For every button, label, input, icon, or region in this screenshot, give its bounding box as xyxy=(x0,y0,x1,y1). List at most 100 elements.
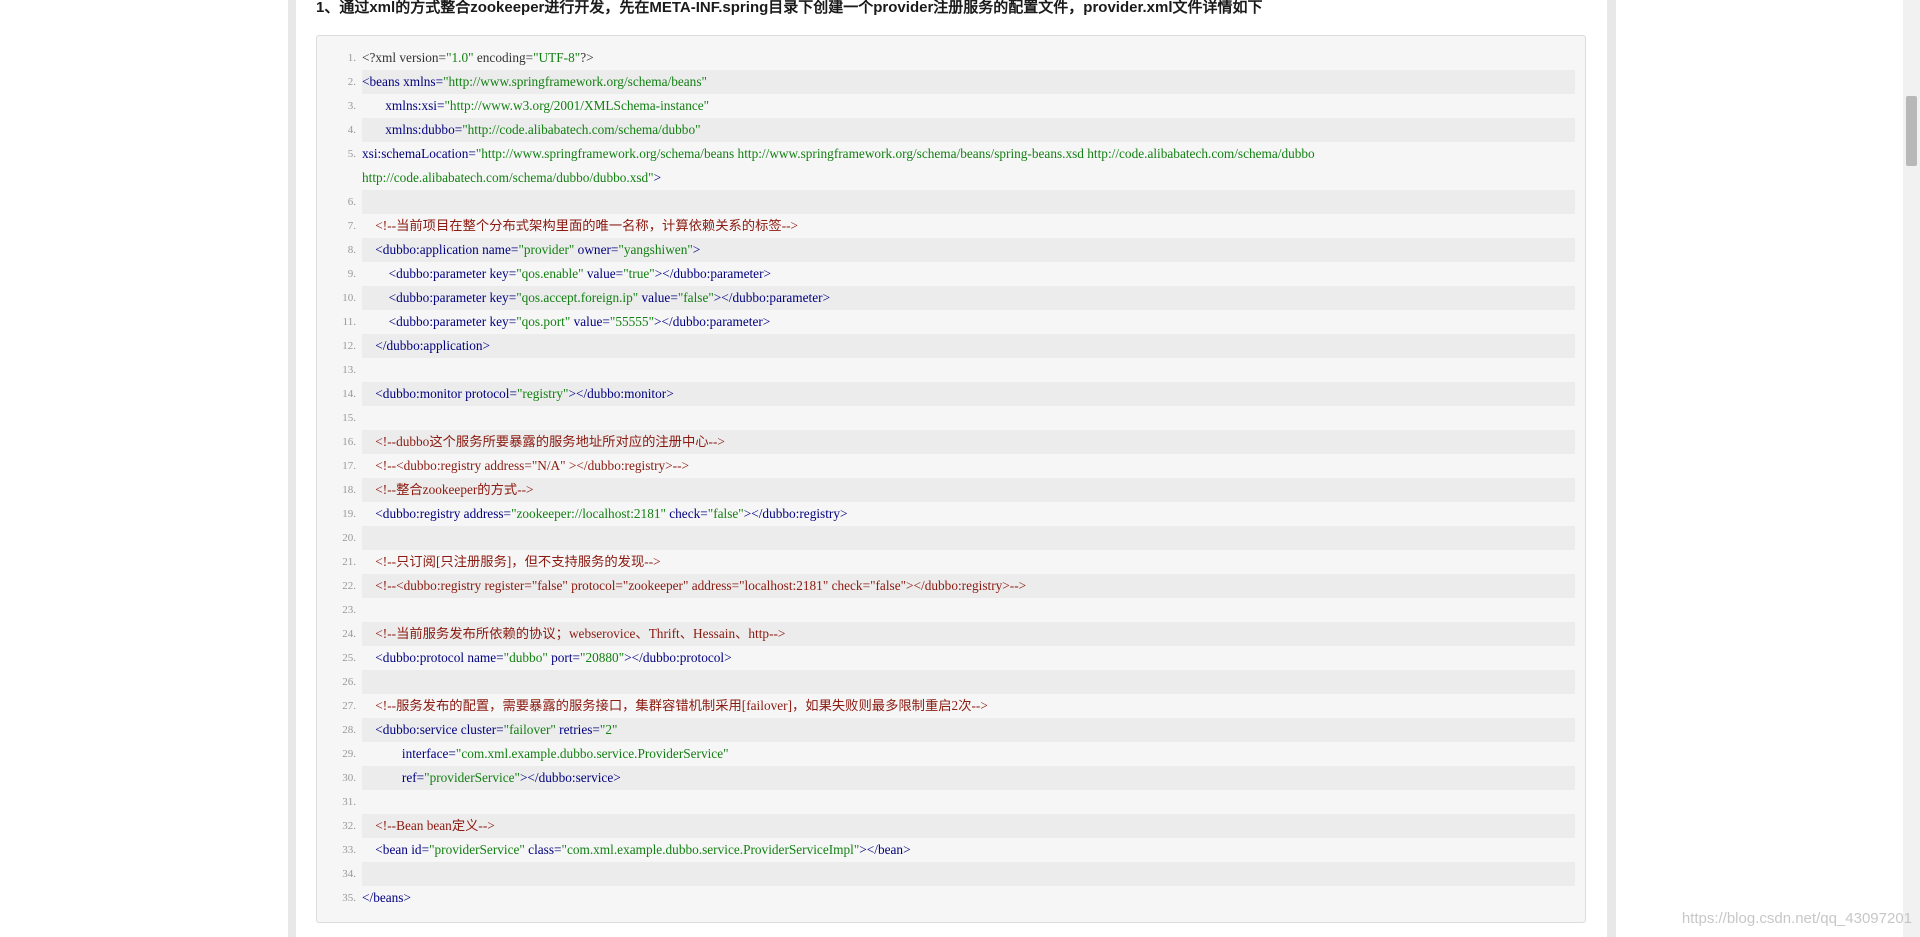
code-line: 15. xyxy=(317,406,1585,430)
code-text xyxy=(362,526,1575,550)
line-number: 8. xyxy=(347,244,356,256)
code-line: 3. xmlns:xsi="http://www.w3.org/2001/XML… xyxy=(317,94,1585,118)
code-text: <dubbo:service cluster="failover" retrie… xyxy=(362,718,1575,742)
code-line: 14. <dubbo:monitor protocol="registry"><… xyxy=(317,382,1585,406)
code-line: 16. <!--dubbo这个服务所要暴露的服务地址所对应的注册中心--> xyxy=(317,430,1585,454)
code-line: 20. xyxy=(317,526,1585,550)
code-text: <!--当前项目在整个分布式架构里面的唯一名称，计算依赖关系的标签--> xyxy=(362,218,799,233)
code-text: xmlns:xsi="http://www.w3.org/2001/XMLSch… xyxy=(362,98,710,113)
code-text: <dubbo:parameter key="qos.enable" value=… xyxy=(362,266,771,281)
code-text: <!--dubbo这个服务所要暴露的服务地址所对应的注册中心--> xyxy=(362,430,1575,454)
code-text: <!--服务发布的配置，需要暴露的服务接口，集群容错机制采用[failover]… xyxy=(362,698,988,713)
code-line: 7. <!--当前项目在整个分布式架构里面的唯一名称，计算依赖关系的标签--> xyxy=(317,214,1585,238)
code-line: 33. <bean id="providerService" class="co… xyxy=(317,838,1585,862)
line-number: 26. xyxy=(342,676,356,688)
scrollbar[interactable] xyxy=(1903,0,1920,937)
code-line: 12. </dubbo:application> xyxy=(317,334,1585,358)
code-line: 25. <dubbo:protocol name="dubbo" port="2… xyxy=(317,646,1585,670)
line-number: 9. xyxy=(347,268,356,280)
line-number: 16. xyxy=(342,436,356,448)
code-line: 2. <beans xmlns="http://www.springframewo… xyxy=(317,70,1585,94)
code-text: xmlns:dubbo="http://code.alibabatech.com… xyxy=(362,118,1575,142)
code-line: 13. xyxy=(317,358,1585,382)
code-line: 32. <!--Bean bean定义--> xyxy=(317,814,1585,838)
watermark: https://blog.csdn.net/qq_43097201 xyxy=(1681,910,1912,927)
line-number: 17. xyxy=(342,460,356,472)
code-text: <dubbo:monitor protocol="registry"></dub… xyxy=(362,382,1575,406)
line-number: 3. xyxy=(347,100,356,112)
code-text: <!--Bean bean定义--> xyxy=(362,814,1575,838)
line-number: 34. xyxy=(342,868,356,880)
code-text xyxy=(362,190,1575,214)
code-line: 6. xyxy=(317,190,1585,214)
page-gutter-right xyxy=(1607,0,1616,937)
code-line: 29. interface="com.xml.example.dubbo.ser… xyxy=(317,742,1585,766)
code-line: 27. <!--服务发布的配置，需要暴露的服务接口，集群容错机制采用[failo… xyxy=(317,694,1585,718)
line-number: 30. xyxy=(342,772,356,784)
line-number: 6. xyxy=(347,196,356,208)
code-text: <bean id="providerService" class="com.xm… xyxy=(362,842,911,857)
code-text: </beans> xyxy=(362,890,411,905)
code-line: 18. <!--整合zookeeper的方式--> xyxy=(317,478,1585,502)
code-block[interactable]: 1. <?xml version="1.0" encoding="UTF-8"?>… xyxy=(316,35,1586,923)
line-number: 13. xyxy=(342,364,356,376)
line-number: 5. xyxy=(347,148,356,160)
section-heading: 1、通过xml的方式整合zookeeper进行开发，先在META-INF.spr… xyxy=(316,0,1263,16)
line-number: 23. xyxy=(342,604,356,616)
code-text: <!--当前服务发布所依赖的协议；webserovice、Thrift、Hess… xyxy=(362,622,1575,646)
code-text: <dubbo:parameter key="qos.accept.foreign… xyxy=(362,286,1575,310)
code-line: 8. <dubbo:application name="provider" ow… xyxy=(317,238,1585,262)
code-text: <!--只订阅[只注册服务]，但不支持服务的发现--> xyxy=(362,554,661,569)
line-number: 4. xyxy=(347,124,356,136)
code-text xyxy=(362,862,1575,886)
line-number: 12. xyxy=(342,340,356,352)
code-line: 26. xyxy=(317,670,1585,694)
code-line: 22. <!--<dubbo:registry register="false"… xyxy=(317,574,1585,598)
line-number: 25. xyxy=(342,652,356,664)
line-number: 32. xyxy=(342,820,356,832)
line-number: 2. xyxy=(347,76,356,88)
line-number: 15. xyxy=(342,412,356,424)
code-line: 35. </beans> xyxy=(317,886,1585,910)
code-text: <!--整合zookeeper的方式--> xyxy=(362,478,1575,502)
code-line: 9. <dubbo:parameter key="qos.enable" val… xyxy=(317,262,1585,286)
code-text: <beans xmlns="http://www.springframework… xyxy=(362,70,1575,94)
line-number: 27. xyxy=(342,700,356,712)
line-number: 19. xyxy=(342,508,356,520)
line-number: 14. xyxy=(342,388,356,400)
code-line: 34. xyxy=(317,862,1585,886)
code-line: 31. xyxy=(317,790,1585,814)
line-number: 1. xyxy=(347,52,356,64)
code-text: xsi:schemaLocation="http://www.springfra… xyxy=(362,146,1315,185)
page-gutter-left xyxy=(288,0,296,937)
scrollbar-thumb[interactable] xyxy=(1906,96,1917,166)
line-number: 21. xyxy=(342,556,356,568)
code-line: 28. <dubbo:service cluster="failover" re… xyxy=(317,718,1585,742)
code-text: <!--<dubbo:registry address="N/A" ></dub… xyxy=(362,458,690,473)
code-line: 4. xmlns:dubbo="http://code.alibabatech.… xyxy=(317,118,1585,142)
code-line: 17. <!--<dubbo:registry address="N/A" ><… xyxy=(317,454,1585,478)
line-number: 35. xyxy=(342,892,356,904)
code-line: 23. xyxy=(317,598,1585,622)
code-line: 10. <dubbo:parameter key="qos.accept.for… xyxy=(317,286,1585,310)
code-text xyxy=(362,670,1575,694)
code-text: <!--<dubbo:registry register="false" pro… xyxy=(362,574,1575,598)
code-text: </dubbo:application> xyxy=(362,334,1575,358)
code-line: 5. xsi:schemaLocation="http://www.spring… xyxy=(317,142,1585,190)
code-text: <dubbo:registry address="zookeeper://loc… xyxy=(362,506,848,521)
code-text: <?xml version="1.0" encoding="UTF-8"?> xyxy=(362,50,594,65)
line-number: 10. xyxy=(342,292,356,304)
code-text: <dubbo:application name="provider" owner… xyxy=(362,238,1575,262)
code-line: 19. <dubbo:registry address="zookeeper:/… xyxy=(317,502,1585,526)
code-line: 1. <?xml version="1.0" encoding="UTF-8"?> xyxy=(317,46,1585,70)
line-number: 33. xyxy=(342,844,356,856)
code-text: <dubbo:parameter key="qos.port" value="5… xyxy=(362,314,771,329)
line-number: 20. xyxy=(342,532,356,544)
line-number: 11. xyxy=(342,316,356,328)
code-text: interface="com.xml.example.dubbo.service… xyxy=(362,746,729,761)
code-line: 30. ref="providerService"></dubbo:servic… xyxy=(317,766,1585,790)
